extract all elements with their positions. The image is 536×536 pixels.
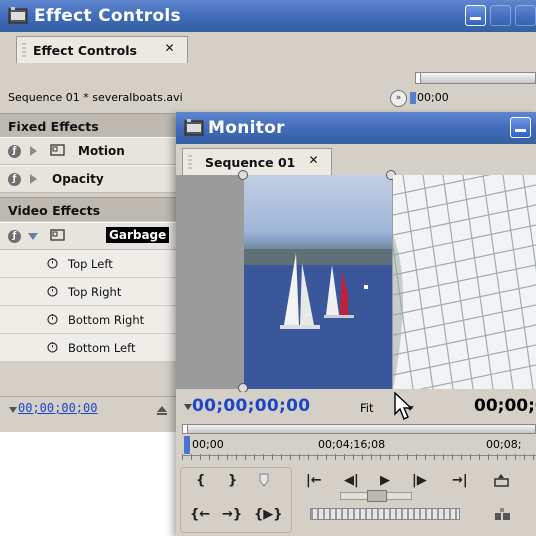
fixed-effects-header: Fixed Effects	[0, 113, 176, 137]
step-forward-button[interactable]: |▶	[412, 473, 427, 488]
fx-toggle-icon[interactable]: ƒ	[8, 173, 21, 186]
stopwatch-icon[interactable]	[46, 284, 59, 297]
collapse-triangle-icon[interactable]	[28, 233, 38, 240]
effect-controls-footer: 00;00;00;00	[0, 396, 176, 422]
play-button[interactable]: ▶	[380, 473, 390, 488]
duration-timecode: 00;00;0	[474, 396, 536, 416]
monitor-window: Monitor Sequence 01 ✕ 00;00;00;00 Fit 00…	[176, 112, 536, 536]
video-frame-sailboats	[238, 170, 396, 393]
effect-row-opacity[interactable]: ƒ Opacity	[0, 165, 176, 193]
param-label: Top Right	[68, 285, 122, 299]
tab-grip-icon	[188, 155, 192, 169]
go-to-next-edit-button[interactable]: →}	[222, 507, 242, 522]
video-frame-netting	[393, 175, 536, 389]
effect-list-empty-area	[0, 376, 176, 396]
param-row-bottom-left[interactable]: Bottom Left	[0, 334, 176, 362]
fx-toggle-icon[interactable]: ƒ	[8, 230, 21, 243]
fx-toggle-icon[interactable]: ƒ	[8, 145, 21, 158]
effect-row-motion[interactable]: ƒ Motion	[0, 137, 176, 165]
ruler-line	[182, 455, 536, 456]
crop-motion-icon	[50, 229, 65, 241]
shuttle-slider[interactable]	[340, 490, 412, 502]
tab-effect-controls[interactable]: Effect Controls ✕	[16, 36, 188, 63]
sailboats-image	[244, 249, 392, 389]
step-back-button[interactable]: ◀|	[344, 473, 359, 488]
jog-disk[interactable]	[310, 508, 460, 520]
effect-controls-titlebar[interactable]: Effect Controls	[0, 0, 536, 32]
param-label: Bottom Right	[68, 313, 145, 327]
monitor-timecode-bar: 00;00;00;00 Fit 00;00;0	[176, 392, 536, 424]
monitor-time-ruler[interactable]: 00;00 00;04;16;08 00;08;	[182, 424, 536, 462]
mouse-pointer-icon	[394, 392, 413, 420]
tab-close-icon[interactable]: ✕	[163, 42, 176, 55]
param-label: Bottom Left	[68, 341, 136, 355]
stopwatch-icon[interactable]	[46, 312, 59, 325]
expand-triangle-icon[interactable]	[30, 146, 37, 156]
go-to-in-button[interactable]: |←	[306, 473, 322, 488]
stopwatch-icon[interactable]	[46, 256, 59, 269]
effect-name-selected: Garbage	[106, 227, 170, 243]
extract-icon[interactable]	[494, 507, 512, 521]
stopwatch-icon[interactable]	[46, 340, 59, 353]
minimize-button[interactable]	[465, 5, 486, 26]
effect-controls-timecode[interactable]: 00;00;00;00	[18, 401, 97, 415]
current-timecode[interactable]: 00;00;00;00	[192, 396, 310, 416]
ruler-scroll-bar[interactable]	[182, 424, 536, 434]
playhead-marker-icon[interactable]	[184, 436, 190, 454]
go-to-out-button[interactable]: →|	[452, 473, 468, 488]
effect-controls-mini-timecode: 00;00	[410, 91, 449, 104]
tab-grip-icon	[22, 43, 26, 57]
param-label: Top Left	[68, 257, 113, 271]
transport-controls: { } |← ◀| ▶ |▶ →| {← →} {▶}	[176, 467, 536, 536]
effect-controls-tabbar: Effect Controls ✕	[0, 32, 536, 66]
playhead-marker-icon[interactable]	[410, 92, 416, 104]
lift-icon[interactable]	[494, 473, 510, 487]
mark-in-button[interactable]: {	[196, 473, 205, 488]
play-in-to-out-button[interactable]: {▶}	[254, 507, 283, 522]
effect-row-garbage[interactable]: ƒ Garbage	[0, 222, 176, 250]
netting-image	[393, 175, 536, 389]
garbage-handle-top-left[interactable]	[238, 170, 248, 180]
minimize-button[interactable]	[510, 117, 531, 138]
ruler-label: 00;08;	[486, 438, 522, 451]
param-row-bottom-right[interactable]: Bottom Right	[0, 306, 176, 334]
maximize-button[interactable]	[490, 5, 511, 26]
sequence-clip-label: Sequence 01 * severalboats.avi	[8, 91, 183, 104]
monitor-titlebar[interactable]: Monitor	[176, 112, 536, 144]
close-button[interactable]	[515, 5, 536, 26]
ruler-label: 00;00	[192, 438, 224, 451]
mark-out-button[interactable]: }	[228, 473, 237, 488]
expand-triangle-icon[interactable]	[30, 174, 37, 184]
monitor-tabbar: Sequence 01 ✕	[176, 144, 536, 175]
eject-bar	[157, 413, 167, 415]
tab-close-icon[interactable]: ✕	[307, 154, 320, 167]
ruler-label: 00;04;16;08	[318, 438, 386, 451]
timeline-scroll-handle[interactable]	[415, 72, 421, 84]
video-effects-header: Video Effects	[0, 197, 176, 221]
effect-controls-title: Effect Controls	[34, 6, 181, 26]
param-row-top-left[interactable]: Top Left	[0, 250, 176, 278]
effect-name: Motion	[78, 144, 125, 158]
go-to-previous-edit-button[interactable]: {←	[190, 507, 210, 522]
premiere-window-icon	[8, 7, 28, 24]
tab-sequence-01[interactable]: Sequence 01 ✕	[182, 148, 332, 175]
premiere-window-icon	[184, 119, 204, 136]
crop-motion-icon	[50, 144, 65, 156]
set-marker-icon[interactable]	[258, 473, 270, 487]
timecode-menu-icon[interactable]	[9, 407, 17, 413]
monitor-title: Monitor	[208, 118, 285, 138]
timecode-menu-icon[interactable]	[184, 404, 192, 410]
effect-controls-timeline-scroll[interactable]	[415, 72, 536, 84]
sequence-clip-header: Sequence 01 * severalboats.avi	[0, 87, 536, 109]
ruler-scroll-handle[interactable]	[182, 424, 188, 434]
eject-icon[interactable]	[157, 406, 167, 412]
shuttle-knob[interactable]	[367, 490, 387, 502]
effect-name: Opacity	[52, 172, 104, 186]
show-hide-timeline-icon[interactable]: »	[390, 90, 407, 107]
param-row-top-right[interactable]: Top Right	[0, 278, 176, 306]
zoom-fit-select[interactable]: Fit	[360, 401, 373, 415]
